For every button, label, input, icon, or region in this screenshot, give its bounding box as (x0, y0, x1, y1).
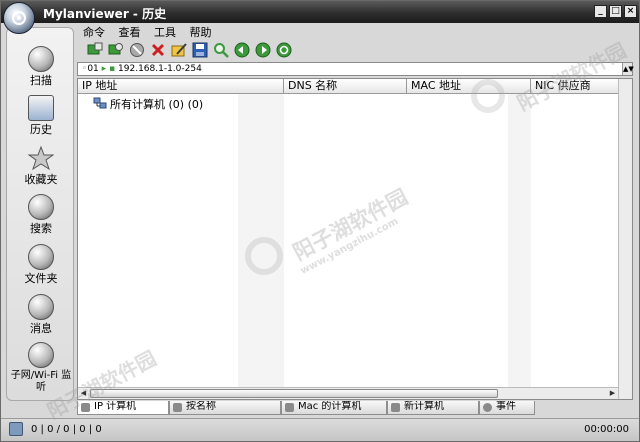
network-status-icon (9, 422, 23, 436)
folder-icon (28, 244, 54, 270)
column-dns[interactable]: DNS 名称 (284, 79, 407, 94)
status-timer: 00:00:00 (584, 424, 629, 435)
computer-icon (391, 403, 400, 412)
sidebar-item-label: 文件夹 (24, 272, 58, 285)
app-logo-icon[interactable] (3, 2, 35, 34)
back-icon[interactable] (234, 42, 250, 58)
address-bar[interactable]: ◦01 ▸ ▪ 192.168.1-1.0-254 ▲▼ (77, 62, 634, 76)
column-ip[interactable]: IP 地址 (78, 79, 284, 94)
sidebar-item-scan[interactable]: 扫描 (7, 46, 75, 87)
menu-bar: 命令 查看 工具 帮助 (79, 25, 218, 41)
close-button[interactable]: × (624, 5, 637, 18)
column-stripe (238, 94, 284, 388)
tab-mac-computers[interactable]: Mac 的计算机 (281, 401, 387, 415)
green-square-icon: ▪ (109, 64, 116, 74)
address-dropdown-button[interactable]: ▲▼ (622, 63, 634, 75)
tab-by-name[interactable]: 按名称 (169, 401, 281, 415)
sidebar-item-subnet-wifi[interactable]: 子网/Wi-Fi 监听 (7, 342, 75, 394)
toolbar (81, 42, 631, 60)
scroll-left-arrow-icon[interactable]: ◀ (78, 388, 89, 399)
horizontal-scroll-thumb[interactable] (90, 389, 498, 398)
menu-tools[interactable]: 工具 (150, 25, 180, 40)
refresh-list-icon[interactable] (108, 42, 124, 58)
maximize-button[interactable]: □ (609, 5, 622, 18)
sidebar-item-label: 扫描 (30, 74, 52, 87)
status-bar: 0 | 0 / 0 | 0 | 0 00:00:00 (1, 418, 639, 441)
add-computer-icon[interactable] (87, 42, 103, 58)
app-window: Mylanviewer - 历史 _ □ × 扫描 历史 收藏夹 搜索 文件夹 (0, 0, 640, 442)
tree-root-item[interactable]: 所有计算机 (0) (0) (93, 97, 203, 113)
forward-icon[interactable] (255, 42, 271, 58)
column-mac[interactable]: MAC 地址 (407, 79, 531, 94)
sidebar-item-favorites[interactable]: 收藏夹 (7, 145, 75, 186)
address-field[interactable]: ◦01 ▸ ▪ 192.168.1-1.0-254 (82, 63, 202, 75)
sidebar-item-history[interactable]: 历史 (7, 95, 75, 136)
sidebar-item-label: 消息 (30, 322, 52, 335)
address-value: 192.168.1-1.0-254 (118, 64, 202, 74)
tab-label: 按名称 (186, 401, 216, 412)
column-stripe (508, 94, 531, 388)
refresh-icon[interactable] (276, 42, 292, 58)
computer-icon (285, 403, 294, 412)
info-icon (483, 403, 492, 412)
scroll-right-arrow-icon[interactable]: ▶ (607, 388, 618, 399)
menu-command[interactable]: 命令 (79, 25, 109, 40)
arrow-right-icon: ▸ (101, 64, 107, 74)
network-computers-icon (93, 97, 107, 113)
search-icon (28, 194, 54, 220)
disconnect-icon[interactable] (129, 42, 145, 58)
subnet-wifi-icon (28, 342, 54, 368)
sidebar-item-label: 历史 (30, 123, 52, 136)
column-nic-vendor[interactable]: NIC 供应商 (531, 79, 620, 94)
tab-label: Mac 的计算机 (298, 401, 362, 412)
sidebar-item-search[interactable]: 搜索 (7, 194, 75, 235)
view-tabs: IP 计算机 按名称 Mac 的计算机 新计算机 事件 (77, 401, 633, 415)
message-icon (28, 294, 54, 320)
tab-events[interactable]: 事件 (479, 401, 535, 415)
sidebar-item-folder[interactable]: 文件夹 (7, 244, 75, 285)
computer-list[interactable]: IP 地址 DNS 名称 MAC 地址 NIC 供应商 所有计算机 (0) (0… (77, 78, 633, 400)
delete-icon[interactable] (150, 42, 166, 58)
computer-icon (81, 403, 90, 412)
window-title: Mylanviewer - 历史 (43, 7, 167, 21)
status-counts: 0 | 0 / 0 | 0 | 0 (31, 424, 102, 435)
sidebar-item-label: 搜索 (30, 222, 52, 235)
sidebar-item-label: 收藏夹 (24, 173, 58, 186)
tab-label: 新计算机 (404, 401, 444, 412)
computer-icon (173, 403, 182, 412)
edit-icon[interactable] (171, 42, 187, 58)
tab-ip-computers[interactable]: IP 计算机 (77, 401, 169, 415)
minimize-button[interactable]: _ (594, 5, 607, 18)
sidebar-item-message[interactable]: 消息 (7, 294, 75, 335)
sidebar-item-label: 子网/Wi-Fi 监听 (10, 370, 72, 393)
tree-root-label: 所有计算机 (0) (0) (110, 98, 204, 111)
search-icon[interactable] (213, 42, 229, 58)
tab-new-computers[interactable]: 新计算机 (387, 401, 479, 415)
address-prefix: 01 (87, 64, 99, 74)
save-icon[interactable] (192, 42, 208, 58)
scan-icon (28, 46, 54, 72)
menu-help[interactable]: 帮助 (186, 25, 216, 40)
title-bar[interactable]: Mylanviewer - 历史 _ □ × (1, 1, 639, 23)
sidebar: 扫描 历史 收藏夹 搜索 文件夹 消息 子网/Wi-Fi 监听 (6, 27, 74, 401)
history-icon (28, 95, 54, 121)
tab-label: 事件 (496, 401, 516, 412)
vertical-scrollbar[interactable] (618, 79, 632, 399)
horizontal-scrollbar[interactable]: ◀ ▶ (78, 387, 618, 399)
favorites-star-icon (27, 145, 55, 171)
menu-view[interactable]: 查看 (115, 25, 145, 40)
tab-label: IP 计算机 (94, 401, 137, 412)
